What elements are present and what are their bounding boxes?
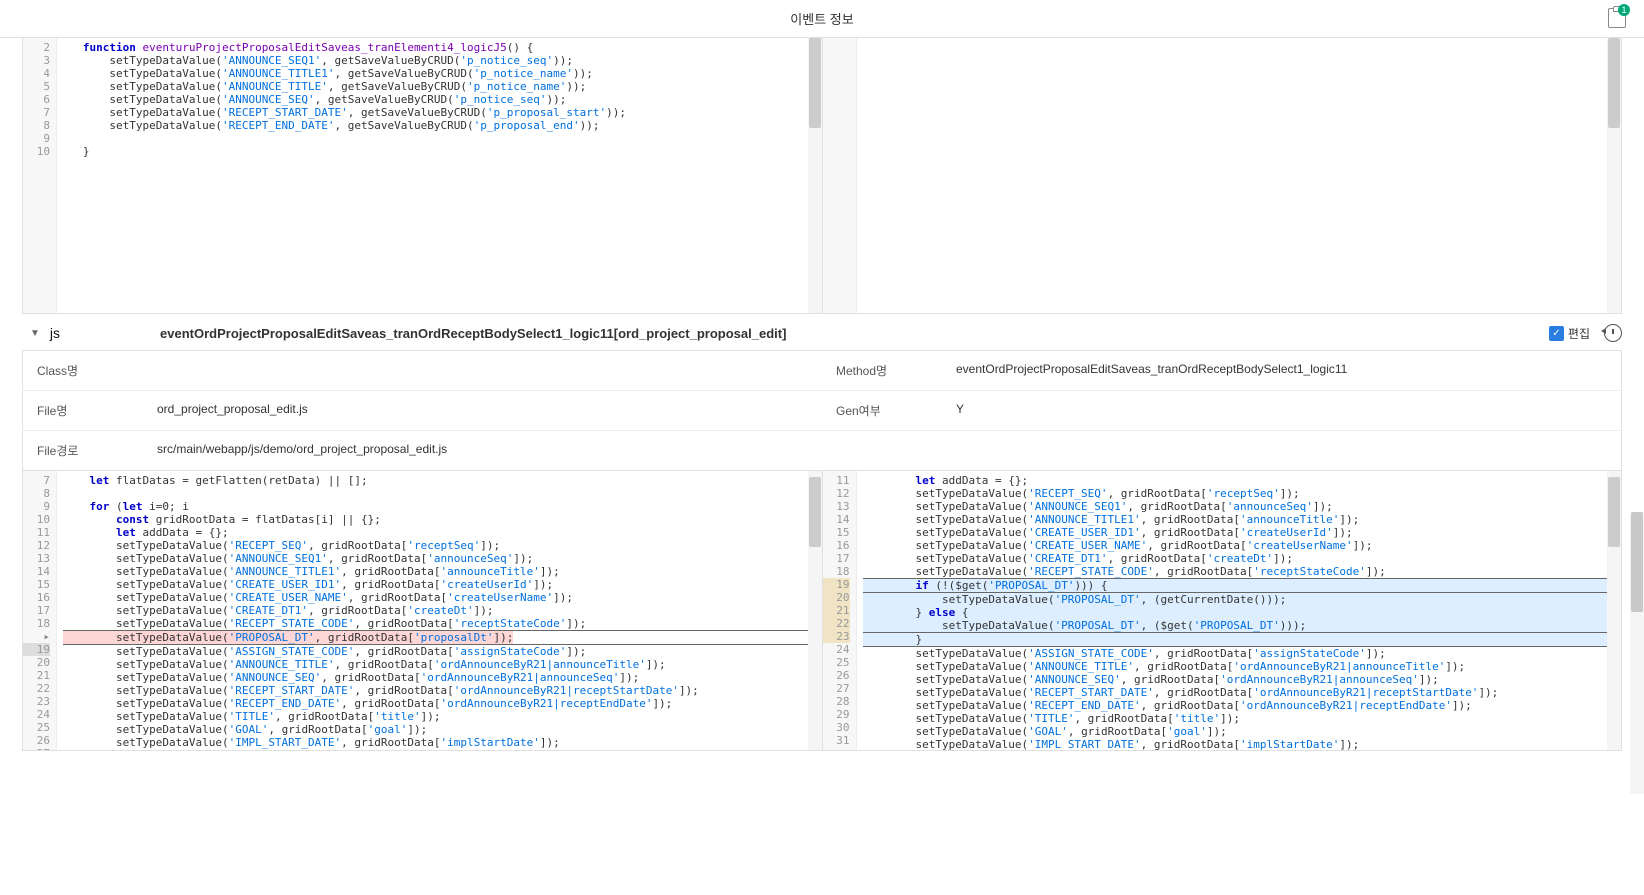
page-scrollbar[interactable] [1630,512,1644,794]
diff-right: 1112131415161718192021222324252627282930… [823,471,1622,750]
diff-panel: 789101112131415161718▸192021222324252627… [22,471,1622,751]
class-label: Class명 [23,351,143,390]
method-value: eventOrdProjectProposalEditSaveas_tranOr… [942,351,1621,390]
gutter: 2345678910 [23,38,57,313]
section-title: eventOrdProjectProposalEditSaveas_tranOr… [160,326,786,341]
gutter: 789101112131415161718▸192021222324252627 [23,471,57,750]
history-icon[interactable] [1604,324,1622,342]
notification-badge: 1 [1618,4,1630,16]
collapse-toggle[interactable]: ▼ [30,328,40,339]
scrollbar[interactable] [1607,38,1621,313]
section-header: ▼ js eventOrdProjectProposalEditSaveas_t… [22,314,1622,350]
path-value: src/main/webapp/js/demo/ord_project_prop… [143,431,1621,470]
class-value [143,351,822,390]
info-table: Class명 Method명 eventOrdProjectProposalEd… [22,350,1622,471]
code-body[interactable]: let addData = {}; setTypeDataValue('RECE… [857,471,1622,750]
code-body[interactable] [857,38,1622,313]
upper-code-left: 2345678910 function eventuruProjectPropo… [23,38,823,313]
file-value: ord_project_proposal_edit.js [143,391,822,430]
edit-label: 편집 [1568,325,1590,342]
edit-checkbox[interactable]: ✓ 편집 [1549,325,1590,342]
scrollbar[interactable] [1607,471,1621,750]
gutter: 1112131415161718192021222324252627282930… [823,471,857,750]
scrollbar[interactable] [808,471,822,750]
scrollbar[interactable] [808,38,822,313]
path-label: File경로 [23,431,143,470]
page-title: 이벤트 정보 [790,9,853,28]
gutter [823,38,857,313]
diff-left: 789101112131415161718▸192021222324252627… [23,471,823,750]
method-label: Method명 [822,351,942,390]
gen-label: Gen여부 [822,391,942,430]
code-body[interactable]: function eventuruProjectProposalEditSave… [57,38,822,313]
section-language: js [50,325,60,341]
upper-code-right [823,38,1622,313]
upper-code-panel: 2345678910 function eventuruProjectPropo… [22,38,1622,314]
gen-value: Y [942,391,1621,430]
page-header: 이벤트 정보 1 [0,0,1644,38]
check-icon: ✓ [1549,326,1564,341]
file-label: File명 [23,391,143,430]
code-body[interactable]: let flatDatas = getFlatten(retData) || [… [57,471,822,750]
clipboard-button[interactable]: 1 [1608,8,1626,28]
